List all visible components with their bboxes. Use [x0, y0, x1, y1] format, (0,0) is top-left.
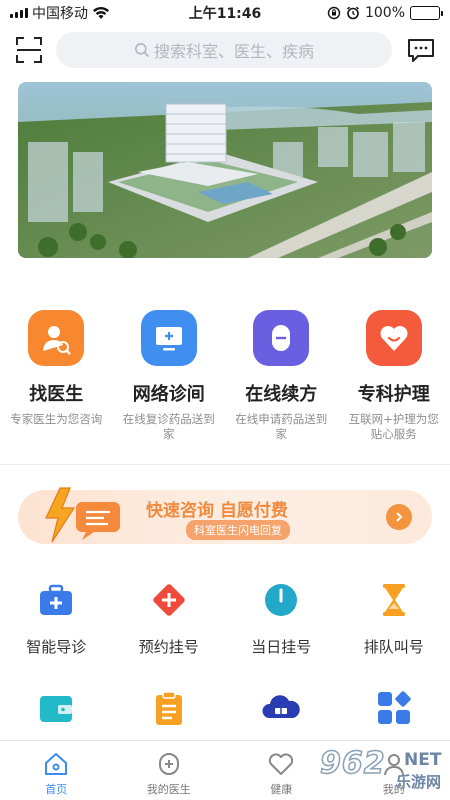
scan-icon[interactable]: [14, 35, 44, 65]
home-icon: [45, 753, 68, 775]
quick-item-appointment[interactable]: 预约挂号: [113, 580, 226, 657]
site-watermark: 962 NET 乐游网: [312, 744, 446, 796]
clock-icon: [265, 584, 298, 616]
tab-label: 我的医生: [146, 783, 191, 796]
service-desc: 在线申请药品送到家: [235, 412, 328, 441]
promo-title: 快速咨询 自愿付费: [146, 501, 288, 521]
quick-grid: 智能导诊 预约挂号 当日挂号 排队叫号: [0, 580, 450, 657]
service-desc: 专家医生为您咨询: [10, 412, 103, 426]
monitor-icon: [140, 310, 197, 366]
service-specialty-nursing[interactable]: 专科护理 互联网+护理为您贴心服务: [338, 310, 450, 442]
quick-label: 当日挂号: [251, 638, 312, 656]
apps-icon: [377, 691, 411, 724]
service-online-clinic[interactable]: 网络诊间 在线复诊药品送到家: [113, 310, 226, 442]
status-bar: 中国移动 上午11:46 100%: [0, 0, 450, 26]
watermark-net: NET: [404, 750, 442, 770]
quick-consult-banner[interactable]: 快速咨询 自愿付费 科室医生闪电回复: [18, 487, 432, 544]
lightning-chat-icon: [45, 487, 120, 543]
message-icon[interactable]: [406, 35, 436, 65]
quick-item-more[interactable]: [338, 688, 450, 728]
hospital-aerial-image: [18, 82, 432, 258]
wallet-icon: [40, 696, 73, 722]
heart-icon: [365, 310, 422, 366]
doctor-icon: [28, 310, 85, 366]
tab-label: 首页: [45, 783, 68, 796]
quick-item-same-day[interactable]: 当日挂号: [225, 580, 338, 657]
service-desc: 互联网+护理为您贴心服务: [348, 412, 439, 441]
tab-label: 健康: [270, 783, 293, 796]
service-grid: 找医生 专家医生为您咨询 网络诊间 在线复诊药品送到家 在线续方 在线申请药品送…: [0, 310, 450, 442]
signal-icon: [10, 8, 28, 18]
battery-percent: 100%: [364, 5, 405, 21]
service-online-renewal[interactable]: 在线续方 在线申请药品送到家: [225, 310, 338, 442]
quick-item-report[interactable]: [113, 688, 226, 728]
chevron-right-icon[interactable]: [386, 504, 412, 530]
service-title: 在线续方: [245, 384, 318, 405]
app-screen: 中国移动 上午11:46 100% 搜索科室、医生、疾病 找医生 专家医生为您咨…: [0, 0, 450, 800]
carrier-label: 中国移动: [32, 6, 88, 22]
quick-label: 预约挂号: [138, 638, 199, 656]
hourglass-icon: [382, 584, 405, 616]
quick-item-smart-guide[interactable]: 智能导诊: [0, 580, 113, 657]
tab-home[interactable]: 首页: [0, 741, 113, 800]
search-placeholder: 搜索科室、医生、疾病: [153, 42, 314, 61]
status-time: 上午11:46: [188, 6, 262, 22]
battery-icon: [410, 6, 443, 20]
pill-icon: [253, 310, 310, 366]
quick-item-wallet[interactable]: [0, 688, 113, 728]
search-input[interactable]: 搜索科室、医生、疾病: [56, 32, 392, 68]
watermark-site: 乐游网: [396, 773, 442, 791]
quick-item-queue[interactable]: 排队叫号: [338, 580, 450, 657]
clipboard-icon: [155, 691, 182, 725]
wifi-icon: [93, 7, 109, 19]
header: 搜索科室、医生、疾病: [0, 30, 450, 70]
search-icon: [134, 43, 150, 58]
rotation-lock-icon: [327, 6, 341, 20]
tab-my-doctor[interactable]: 我的医生: [113, 741, 226, 800]
watermark-number: 962: [319, 745, 386, 782]
medical-kit-icon: [40, 584, 73, 615]
red-cross-icon: [153, 584, 185, 616]
quick-label: 智能导诊: [26, 638, 87, 656]
heart-icon: [269, 753, 294, 775]
hospital-banner[interactable]: [18, 82, 432, 258]
service-title: 网络诊间: [132, 384, 205, 405]
service-title: 专科护理: [357, 384, 430, 405]
cloud-icon: [262, 695, 300, 718]
alarm-icon: [346, 6, 359, 20]
quick-item-cloud[interactable]: [225, 688, 338, 728]
section-divider: [0, 464, 450, 465]
doctor-icon: [158, 753, 179, 775]
service-title: 找医生: [29, 384, 84, 405]
quick-grid-row2: [0, 688, 450, 728]
quick-label: 排队叫号: [363, 638, 424, 656]
service-desc: 在线复诊药品送到家: [122, 412, 215, 441]
promo-subtitle: 科室医生闪电回复: [186, 520, 290, 540]
service-find-doctor[interactable]: 找医生 专家医生为您咨询: [0, 310, 113, 442]
